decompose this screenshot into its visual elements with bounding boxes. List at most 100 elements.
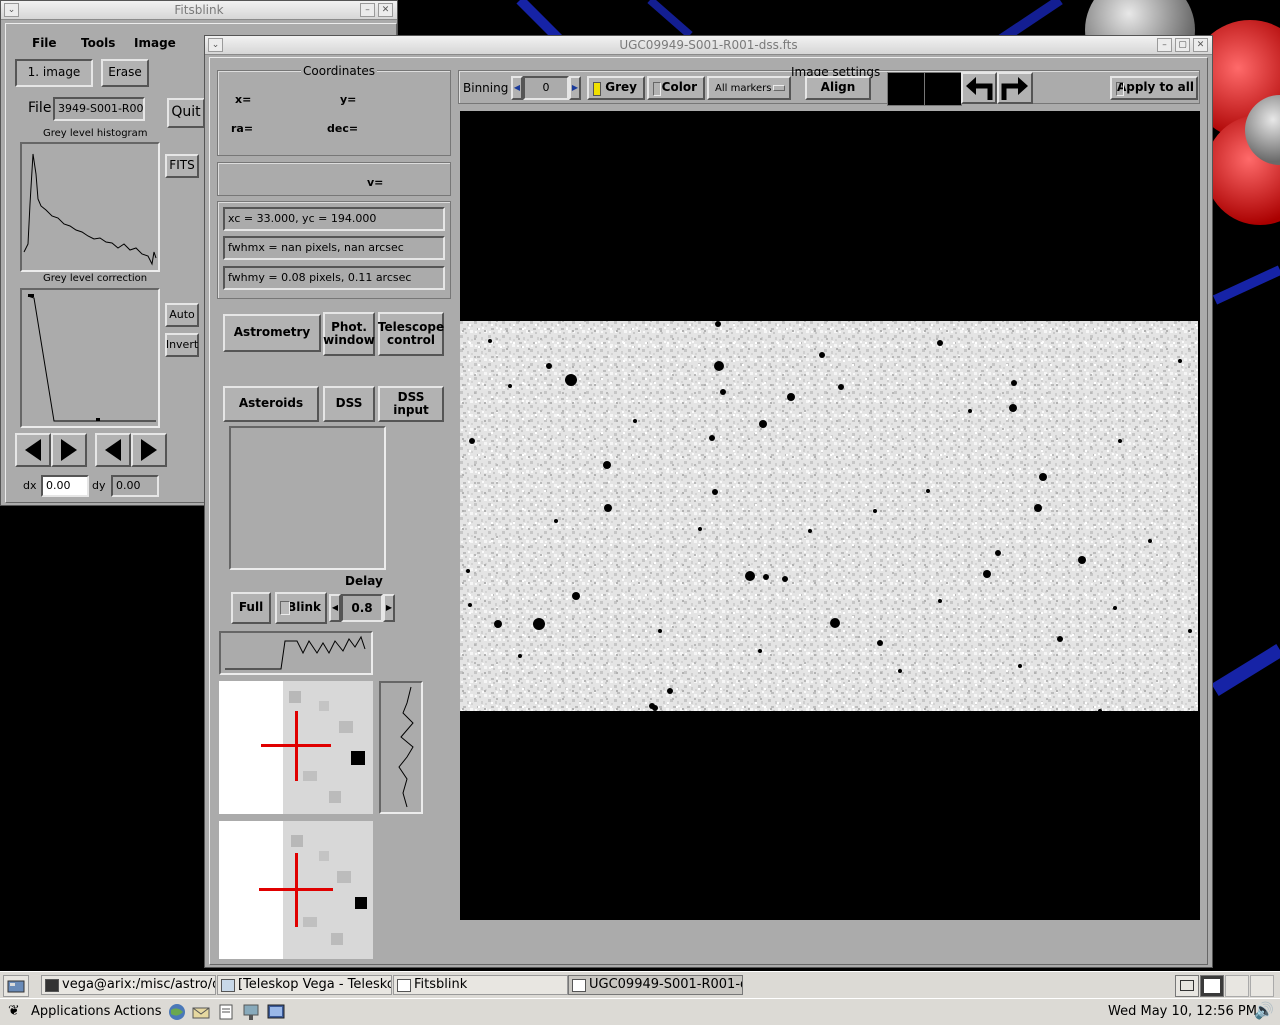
apply-to-all-checkbox[interactable]	[1116, 82, 1124, 96]
star-field-image[interactable]	[460, 111, 1200, 920]
gnome-foot-icon[interactable]: ❦	[8, 1003, 20, 1019]
task-image-window[interactable]: UGC09949-S001-R001-ds	[568, 975, 743, 995]
web-browser-icon[interactable]	[167, 1002, 187, 1022]
prev-right-button[interactable]	[95, 433, 131, 467]
menu-file[interactable]: File	[32, 36, 57, 50]
next-right-button[interactable]	[131, 433, 167, 467]
workspace-4[interactable]	[1250, 975, 1274, 997]
full-button[interactable]: Full	[231, 592, 271, 624]
blink-label: Blink	[287, 600, 321, 615]
centroid-field: xc = 33.000, yc = 194.000	[223, 207, 445, 231]
file-field[interactable]: 3949-S001-R001-	[53, 97, 145, 121]
window-icon	[572, 979, 586, 992]
dy-field[interactable]: 0.00	[111, 475, 159, 497]
task-terminal[interactable]: vega@arix:/misc/astro/da	[41, 975, 216, 995]
align-button[interactable]: Align	[805, 76, 871, 100]
horizontal-profile	[219, 631, 373, 675]
redo-button[interactable]	[997, 72, 1033, 104]
zoom-view-top-image	[261, 681, 373, 814]
delay-increase-button[interactable]: ▶	[383, 594, 395, 622]
menu-image[interactable]: Image	[134, 36, 176, 50]
clock[interactable]: Wed May 10, 12:56 PM	[1108, 1004, 1257, 1019]
window-menu-icon[interactable]: ⌄	[4, 3, 19, 17]
right-triangle-icon: ▶	[385, 602, 393, 612]
close-icon[interactable]: ✕	[378, 3, 393, 17]
window-icon	[397, 979, 411, 992]
erase-button[interactable]: Erase	[101, 59, 149, 87]
histogram-label: Grey level histogram	[43, 128, 148, 139]
volume-icon[interactable]: 🔊	[1254, 1001, 1274, 1020]
asteroids-button[interactable]: Asteroids	[223, 386, 319, 422]
blink-checkbox[interactable]	[280, 601, 290, 615]
workspace-2[interactable]	[1200, 975, 1224, 997]
task-terminal-label: vega@arix:/misc/astro/da	[62, 977, 216, 992]
binning-increase-button[interactable]: ▶	[569, 76, 581, 100]
show-desktop-button[interactable]	[3, 975, 29, 997]
color-label: Color	[661, 80, 697, 95]
workspace-1[interactable]	[1175, 975, 1199, 997]
prev-left-button[interactable]	[15, 433, 51, 467]
color-swatch-2[interactable]	[924, 72, 962, 106]
delay-decrease-button[interactable]: ◀	[329, 594, 341, 622]
applications-menu[interactable]: Applications	[31, 1004, 110, 1019]
dx-field[interactable]: 0.00	[41, 475, 89, 497]
next-left-button[interactable]	[51, 433, 87, 467]
astrometry-button[interactable]: Astrometry	[223, 314, 321, 352]
office-icon[interactable]	[216, 1002, 236, 1022]
vertical-profile-curve	[398, 686, 414, 808]
blink-button[interactable]: Blink	[275, 592, 327, 624]
file-label: File	[28, 100, 52, 116]
menu-tools[interactable]: Tools	[81, 36, 115, 50]
correction-label: Grey level correction	[43, 273, 148, 284]
auto-button[interactable]: Auto	[165, 303, 199, 327]
grey-label: Grey	[605, 80, 637, 95]
markers-dropdown[interactable]: All markers	[707, 76, 791, 100]
color-button[interactable]: Color	[647, 76, 705, 100]
v-label: v=	[367, 176, 384, 189]
image-select-button[interactable]: 1. image	[15, 59, 93, 87]
minimize-icon[interactable]: –	[1157, 38, 1172, 52]
color-swatch-1[interactable]	[887, 72, 925, 106]
email-icon[interactable]	[191, 1002, 211, 1022]
dec-label: dec=	[327, 122, 359, 135]
preview-box	[229, 426, 386, 570]
left-arrow-icon	[105, 439, 121, 461]
grey-button[interactable]: Grey	[587, 76, 645, 100]
close-icon[interactable]: ✕	[1193, 38, 1208, 52]
left-triangle-icon: ◀	[331, 602, 339, 612]
ra-label: ra=	[231, 122, 254, 135]
workspace-3[interactable]	[1225, 975, 1249, 997]
actions-menu[interactable]: Actions	[114, 1004, 162, 1019]
task-teleskop[interactable]: [Teleskop Vega - Telesko	[217, 975, 392, 995]
presentation-icon[interactable]	[241, 1002, 261, 1022]
image-display[interactable]	[460, 111, 1200, 920]
task-fitsblink[interactable]: Fitsblink	[393, 975, 568, 995]
grey-indicator	[593, 82, 601, 96]
telescope-control-button[interactable]: Telescope control	[378, 312, 444, 356]
histogram-curve	[23, 153, 157, 266]
image-window-titlebar[interactable]: UGC09949-S001-R001-dss.fts ⌄ – ▢ ✕	[205, 36, 1212, 55]
minimize-icon[interactable]: –	[360, 3, 375, 17]
window-menu-icon[interactable]: ⌄	[208, 38, 223, 52]
phot-window-button[interactable]: Phot. window	[323, 312, 375, 356]
delay-field[interactable]: 0.8	[341, 594, 383, 622]
fits-button[interactable]: FITS	[165, 154, 199, 178]
dss-input-button[interactable]: DSS input	[378, 386, 444, 422]
color-indicator	[653, 82, 661, 96]
task-fitsblink-label: Fitsblink	[414, 977, 468, 992]
window-list-panel: vega@arix:/misc/astro/da [Teleskop Vega …	[0, 971, 1280, 999]
right-triangle-icon: ▶	[571, 82, 579, 92]
quit-button[interactable]: Quit	[167, 98, 205, 128]
dss-button[interactable]: DSS	[323, 386, 375, 422]
x-label: x=	[235, 93, 252, 106]
binning-field[interactable]: 0	[523, 76, 569, 100]
maximize-icon[interactable]: ▢	[1175, 38, 1190, 52]
terminal-launcher-icon[interactable]	[266, 1002, 286, 1022]
binning-decrease-button[interactable]: ◀	[511, 76, 523, 100]
undo-button[interactable]	[961, 72, 997, 104]
show-desktop-icon	[7, 980, 25, 993]
apply-to-all-button[interactable]: Apply to all	[1110, 76, 1198, 100]
dx-label: dx	[23, 479, 37, 492]
invert-button[interactable]: Invert	[165, 333, 199, 357]
fitsblink-titlebar[interactable]: Fitsblink ⌄ – ✕	[1, 1, 397, 20]
